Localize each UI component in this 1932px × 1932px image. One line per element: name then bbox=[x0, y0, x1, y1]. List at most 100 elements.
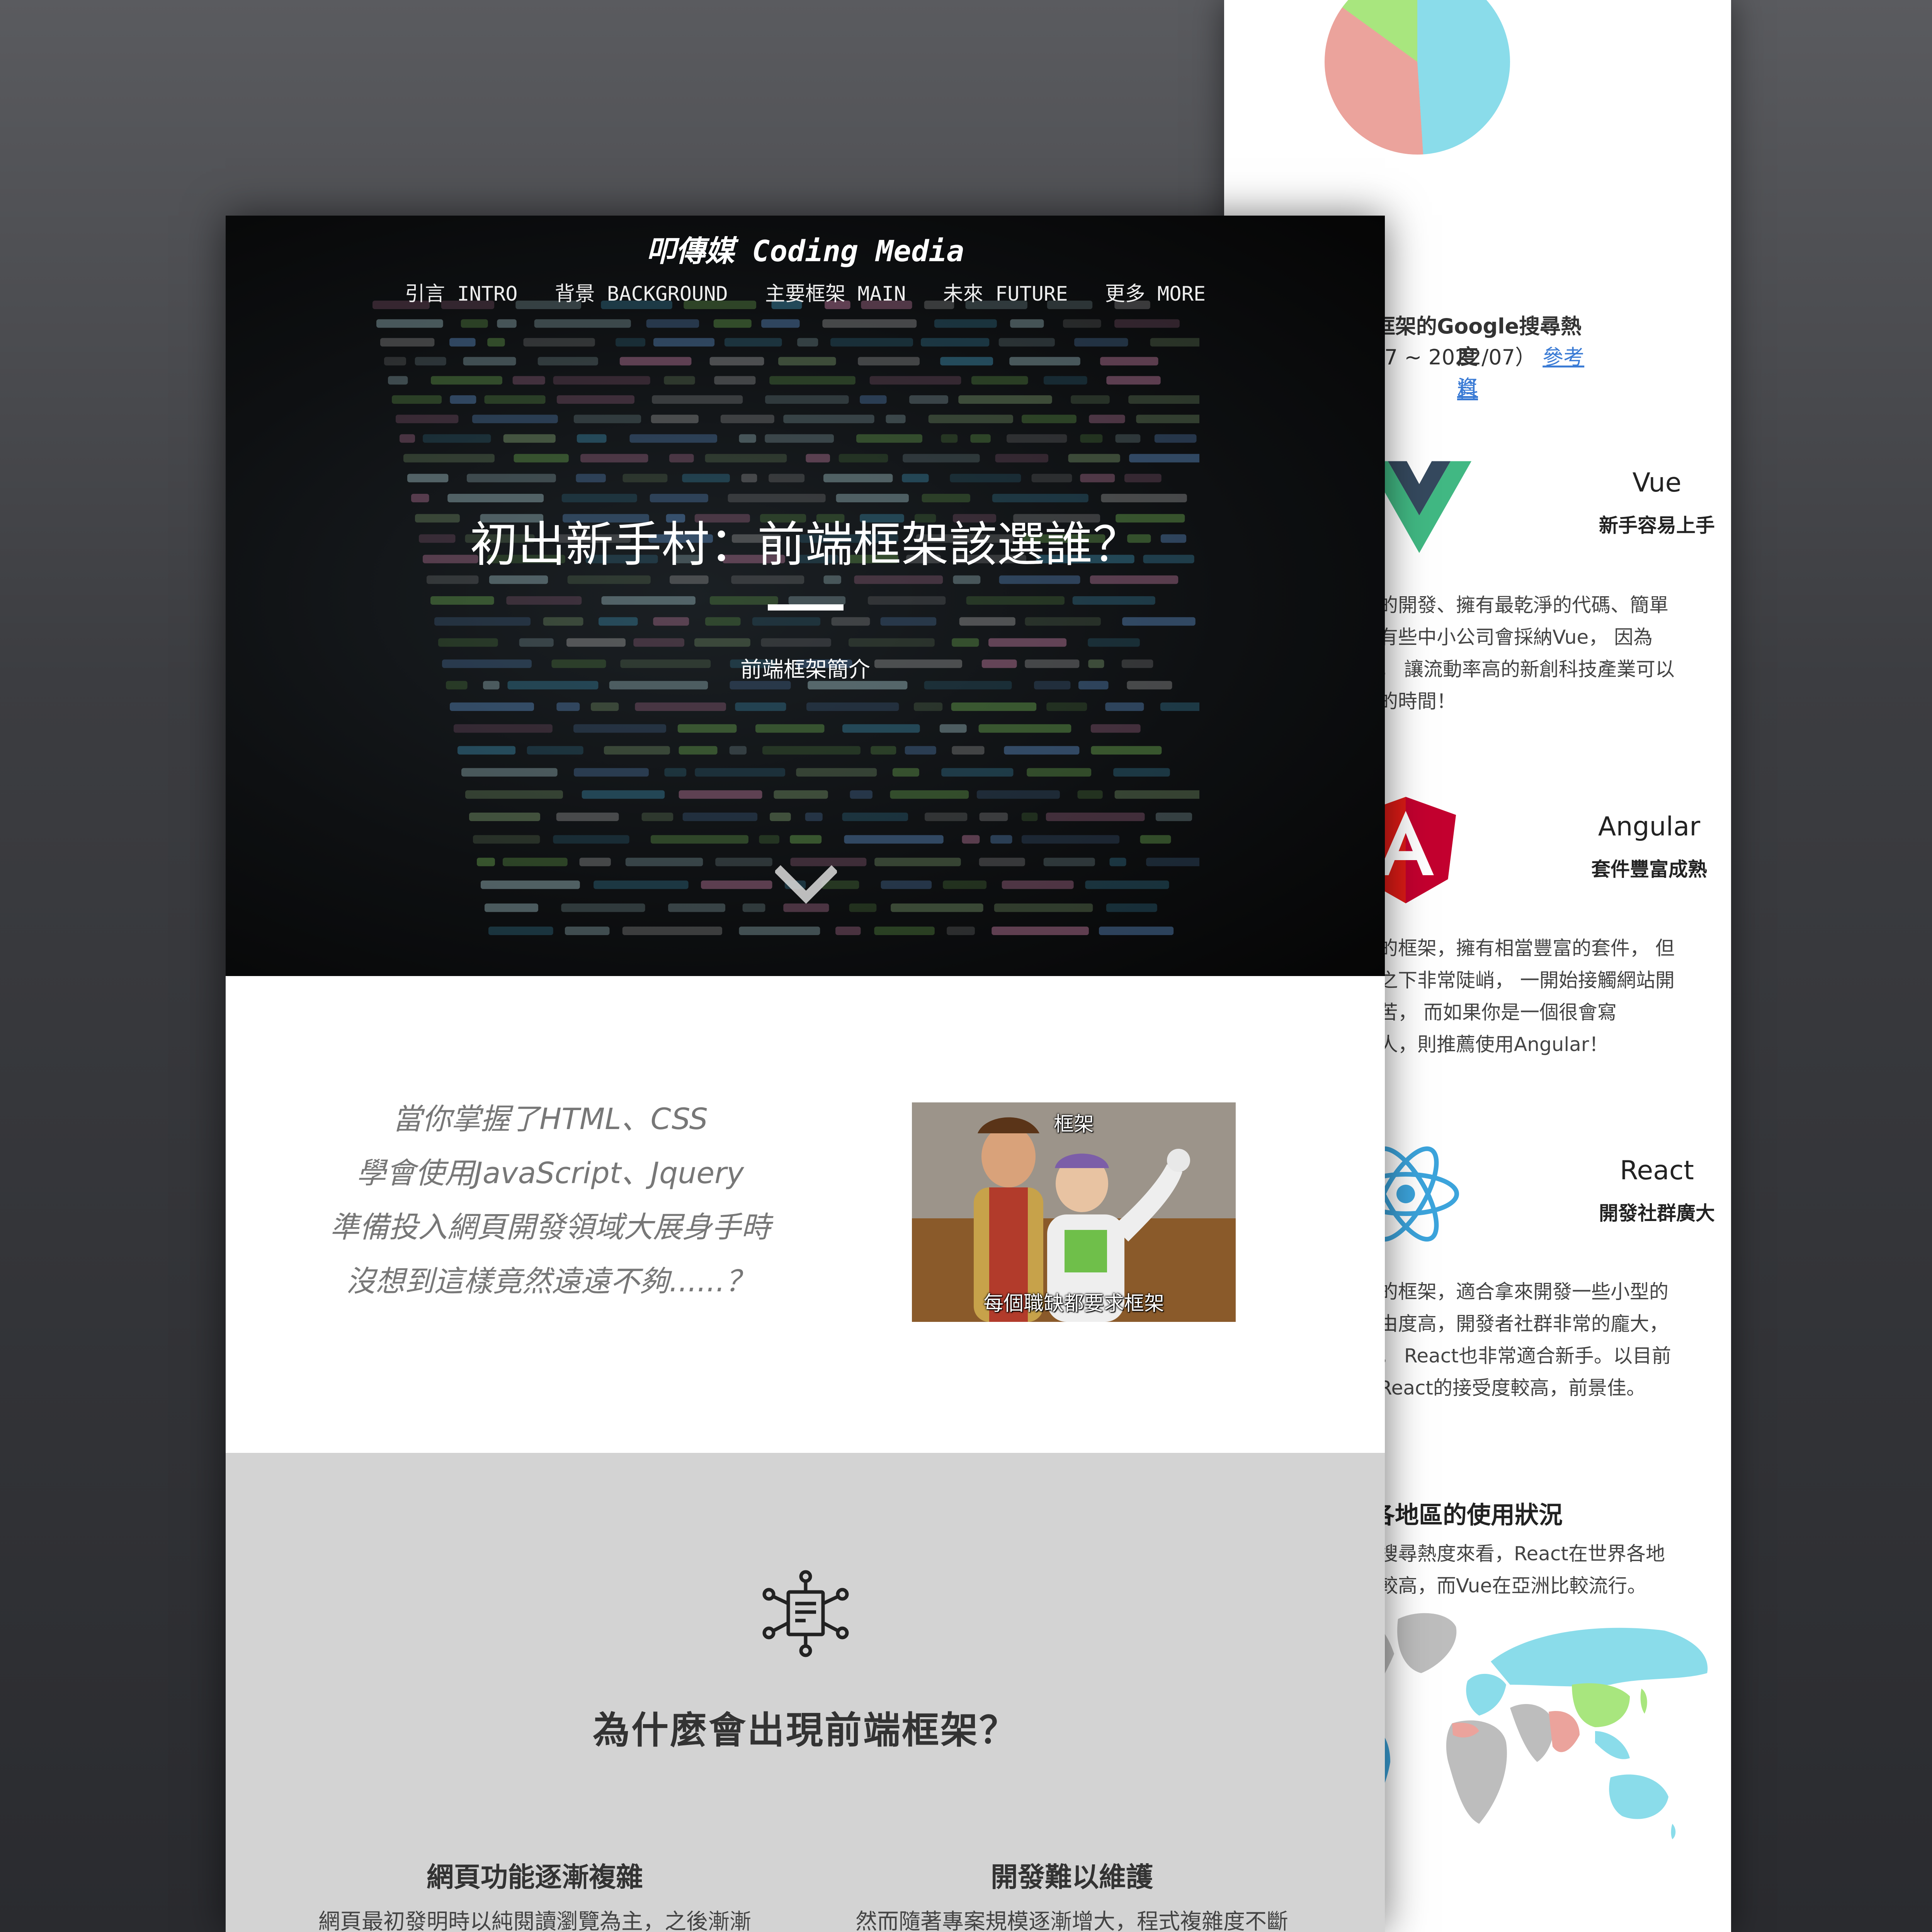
desc-line: 人，則推薦使用Angular！ bbox=[1379, 1033, 1609, 1056]
code-stroke bbox=[797, 338, 818, 347]
code-stroke bbox=[844, 835, 944, 844]
code-stroke bbox=[537, 357, 598, 366]
code-stroke bbox=[625, 857, 703, 866]
chevron-down-icon[interactable] bbox=[775, 865, 837, 907]
region-usage-desc: 搜尋熱度來看，React在世界各地 較高，而Vue在亞洲比較流行。 bbox=[1379, 1538, 1726, 1602]
code-stroke bbox=[854, 575, 943, 584]
code-stroke bbox=[396, 415, 459, 423]
code-stroke bbox=[487, 338, 505, 347]
code-stroke bbox=[979, 813, 1008, 821]
code-stroke bbox=[561, 494, 637, 502]
code-background-image bbox=[372, 301, 1199, 935]
nav-item-main[interactable]: 主要框架 MAIN bbox=[765, 277, 906, 306]
code-stroke bbox=[469, 813, 540, 821]
code-stroke bbox=[990, 835, 1012, 844]
code-stroke bbox=[1129, 454, 1199, 463]
code-stroke bbox=[835, 927, 861, 935]
code-stroke bbox=[652, 395, 743, 404]
code-stroke bbox=[430, 596, 494, 605]
intro-section: 當你掌握了HTML、CSS 學會使用JavaScript、Jquery 準備投入… bbox=[226, 976, 1385, 1453]
code-stroke bbox=[1155, 813, 1192, 821]
code-stroke bbox=[427, 575, 479, 584]
code-stroke bbox=[506, 596, 582, 605]
code-stroke bbox=[1085, 880, 1169, 889]
nav-item-future[interactable]: 未來 FUTURE bbox=[943, 277, 1068, 306]
code-stroke bbox=[953, 575, 981, 584]
code-stroke bbox=[466, 474, 556, 483]
code-stroke bbox=[503, 434, 556, 443]
code-stroke bbox=[905, 746, 936, 755]
code-stroke bbox=[903, 454, 980, 463]
code-stroke bbox=[629, 434, 718, 443]
reference-link-continued[interactable]: 料 bbox=[1457, 378, 1478, 402]
code-stroke bbox=[774, 790, 828, 799]
code-stroke bbox=[962, 835, 980, 844]
code-stroke bbox=[523, 338, 595, 347]
code-stroke bbox=[921, 338, 990, 347]
code-stroke bbox=[403, 454, 495, 463]
code-stroke bbox=[765, 395, 849, 404]
code-stroke bbox=[838, 454, 888, 463]
code-stroke bbox=[553, 376, 650, 385]
code-stroke bbox=[720, 415, 774, 423]
code-stroke bbox=[1090, 724, 1141, 733]
code-stroke bbox=[752, 617, 821, 626]
code-stroke bbox=[849, 638, 935, 647]
code-stroke bbox=[729, 746, 747, 755]
hero-subtitle: 前端框架簡介 bbox=[740, 657, 870, 682]
code-stroke bbox=[449, 338, 476, 347]
code-stroke bbox=[472, 415, 558, 423]
code-stroke bbox=[1091, 746, 1162, 755]
code-stroke bbox=[892, 768, 919, 777]
code-stroke bbox=[450, 395, 476, 404]
why-section: 為什麼會出現前端框架？ 網頁功能逐漸複雜 網頁最初發明時以純閱讀瀏覽為主，之後漸… bbox=[226, 1453, 1385, 1932]
code-stroke bbox=[669, 454, 694, 463]
code-stroke bbox=[650, 494, 708, 502]
code-stroke bbox=[543, 617, 583, 626]
nav-item-more[interactable]: 更多 MORE bbox=[1105, 277, 1206, 306]
code-stroke bbox=[742, 903, 765, 912]
code-stroke bbox=[519, 638, 554, 647]
code-stroke bbox=[1128, 395, 1199, 404]
code-stroke bbox=[1004, 746, 1080, 755]
code-stroke bbox=[705, 617, 741, 626]
column-text-complexity: 網頁最初發明時以純閱讀瀏覽為主，之後漸漸 bbox=[318, 1909, 751, 1932]
code-stroke bbox=[978, 724, 1071, 733]
desc-line: 之下非常陡峭， 一開始接觸網站開 bbox=[1379, 969, 1675, 992]
code-stroke bbox=[682, 813, 758, 821]
code-stroke bbox=[806, 454, 830, 463]
code-stroke bbox=[950, 474, 1021, 483]
code-stroke bbox=[1089, 415, 1125, 423]
code-stroke bbox=[619, 357, 692, 366]
code-stroke bbox=[577, 434, 607, 443]
desc-line: React的接受度較高，前景佳。 bbox=[1379, 1377, 1646, 1399]
code-stroke bbox=[959, 617, 1015, 626]
code-stroke bbox=[1140, 835, 1171, 844]
code-stroke bbox=[860, 395, 887, 404]
nav-item-intro[interactable]: 引言 INTRO bbox=[405, 277, 518, 306]
code-stroke bbox=[599, 617, 638, 626]
code-stroke bbox=[579, 857, 611, 866]
code-stroke bbox=[477, 857, 495, 866]
code-stroke bbox=[561, 903, 645, 912]
code-stroke bbox=[1077, 790, 1103, 799]
code-stroke bbox=[1124, 474, 1162, 483]
code-stroke bbox=[891, 903, 983, 912]
desc-line: 的框架，適合拿來開發一些小型的 bbox=[1379, 1281, 1668, 1303]
column-text-maintenance: 然而隨著專案規模逐漸增大，程式複雜度不斷 bbox=[855, 1909, 1288, 1932]
nav-item-background[interactable]: 背景 BACKGROUND bbox=[555, 277, 728, 306]
quote-line: 當你掌握了HTML、CSS bbox=[393, 1102, 708, 1136]
code-stroke bbox=[1150, 338, 1199, 347]
code-stroke bbox=[731, 575, 804, 584]
code-stroke bbox=[1022, 415, 1077, 423]
code-stroke bbox=[934, 319, 997, 328]
framework-name-angular: Angular bbox=[1598, 811, 1701, 842]
framework-name-react: React bbox=[1620, 1155, 1694, 1186]
main-page-preview: 叩傳媒 Coding Media 引言 INTRO 背景 BACKGROUND … bbox=[226, 216, 1385, 1932]
code-stroke bbox=[769, 474, 805, 483]
code-stroke bbox=[755, 724, 825, 733]
code-stroke bbox=[849, 903, 877, 912]
brand-logo[interactable]: 叩傳媒 Coding Media bbox=[226, 227, 1385, 270]
code-stroke bbox=[701, 880, 772, 889]
desc-line: 較高，而Vue在亞洲比較流行。 bbox=[1379, 1575, 1647, 1597]
